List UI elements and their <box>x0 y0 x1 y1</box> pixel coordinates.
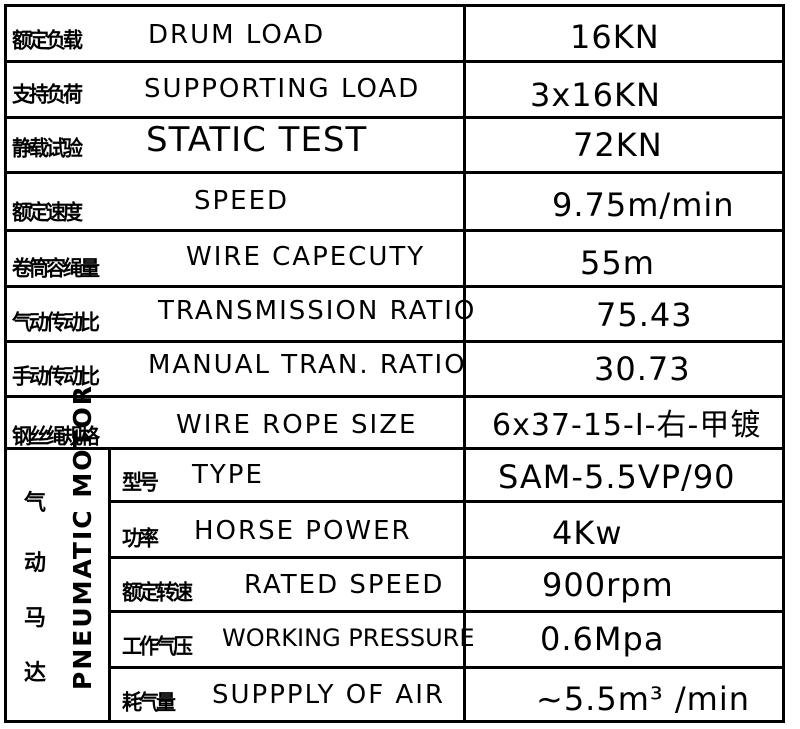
motor-en-label: PNEUMATIC MOTOR <box>68 383 97 690</box>
motor-row-cn-label: 额定转速 <box>122 579 193 605</box>
divider <box>4 285 784 288</box>
divider <box>4 447 784 450</box>
divider <box>4 720 784 723</box>
motor-row-value: ~5.5m³ /min <box>536 680 750 718</box>
divider <box>782 4 785 723</box>
divider <box>110 666 784 669</box>
row-en-label: STATIC TEST <box>146 120 368 160</box>
motor-row-value: 4Kw <box>552 514 623 552</box>
row-value: 55m <box>580 244 655 282</box>
motor-row-value: 0.6Mpa <box>540 620 665 658</box>
row-en-label: MANUAL TRAN. RATIO <box>148 350 467 380</box>
divider <box>110 500 784 503</box>
motor-cn-label-char: 达 <box>24 661 47 686</box>
divider <box>4 171 784 174</box>
row-cn-label: 气动传动比 <box>12 309 100 335</box>
row-value: 3x16KN <box>530 76 661 114</box>
row-value: 9.75m/min <box>552 186 735 224</box>
motor-row-en-label: WORKING PRESSURE <box>222 624 475 652</box>
row-en-label: WIRE CAPECUTY <box>186 242 426 272</box>
motor-cn-label-char: 动 <box>24 551 47 576</box>
divider <box>4 395 784 398</box>
motor-row-cn-label: 功率 <box>122 525 159 551</box>
divider <box>4 60 784 63</box>
row-value: 30.73 <box>594 350 691 388</box>
motor-row-value: SAM-5.5VP/90 <box>498 458 736 496</box>
row-cn-label: 支持负荷 <box>12 81 83 107</box>
row-cn-label: 额定负载 <box>12 27 83 53</box>
motor-cn-label-char: 气 <box>24 491 47 516</box>
motor-cn-label-char: 马 <box>24 606 47 631</box>
divider <box>4 116 784 119</box>
row-en-label: WIRE ROPE SIZE <box>176 410 418 440</box>
motor-row-value: 900rpm <box>542 566 674 604</box>
divider <box>110 610 784 613</box>
divider <box>110 556 784 559</box>
row-en-label: SPEED <box>194 186 290 216</box>
divider <box>4 229 784 232</box>
motor-row-en-label: HORSE POWER <box>194 516 412 546</box>
row-en-label: TRANSMISSION RATIO <box>158 296 477 326</box>
row-value: 6x37-15-I-右-甲镀 <box>492 408 762 443</box>
row-value: 16KN <box>570 18 660 56</box>
motor-row-cn-label: 耗气量 <box>122 689 176 715</box>
divider <box>4 4 7 723</box>
motor-row-en-label: SUPPPLY OF AIR <box>212 680 445 710</box>
row-cn-label: 静载试验 <box>12 135 83 161</box>
motor-row-cn-label: 型号 <box>122 469 159 495</box>
row-en-label: DRUM LOAD <box>148 20 326 50</box>
row-en-label: SUPPORTING LOAD <box>144 74 421 104</box>
row-value: 72KN <box>573 126 663 164</box>
spec-table: 额定负载 DRUM LOAD 16KN 支持负荷 SUPPORTING LOAD… <box>0 0 800 729</box>
row-value: 75.43 <box>596 296 693 334</box>
divider <box>108 447 111 723</box>
divider <box>4 340 784 343</box>
motor-row-en-label: RATED SPEED <box>244 570 445 600</box>
divider <box>4 4 784 7</box>
row-cn-label: 额定速度 <box>12 199 83 225</box>
motor-row-cn-label: 工作气压 <box>122 633 193 659</box>
motor-row-en-label: TYPE <box>192 460 264 490</box>
row-cn-label: 卷筒容绳量 <box>12 255 100 281</box>
